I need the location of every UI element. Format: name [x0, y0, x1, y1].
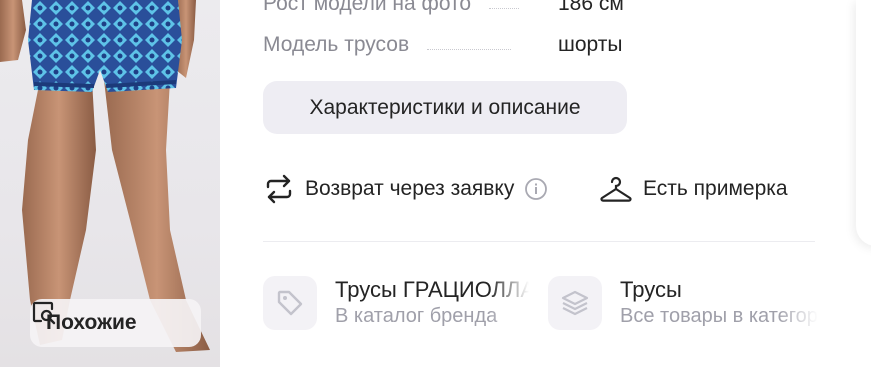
layers-icon	[561, 290, 589, 316]
characteristics-button[interactable]: Характеристики и описание	[263, 81, 627, 134]
fitting-label: Есть примерка	[643, 177, 788, 200]
return-policy-label: Возврат через заявку	[305, 177, 515, 200]
spec-row-model-height: Рост модели на фото 186 см	[263, 0, 683, 16]
hanger-icon	[600, 176, 632, 202]
text-fade	[489, 276, 529, 336]
text-fade	[778, 276, 818, 336]
info-icon[interactable]	[524, 177, 548, 201]
return-policy[interactable]: Возврат через заявку	[263, 172, 548, 206]
spec-leader-dots	[427, 48, 512, 50]
product-photo[interactable]: Похожие	[0, 0, 220, 367]
spec-label: Рост модели на фото	[263, 0, 472, 15]
fitting-available: Есть примерка	[599, 172, 788, 206]
side-panel-edge	[856, 0, 871, 246]
spec-leader-dots	[489, 7, 520, 9]
spec-label: Модель трусов	[263, 33, 410, 56]
spec-value: 186 см	[558, 0, 624, 15]
section-divider	[263, 241, 815, 242]
similar-products-button[interactable]: Похожие	[30, 299, 201, 347]
tag-icon	[277, 290, 303, 316]
brand-tile	[263, 276, 317, 330]
visual-search-icon	[32, 301, 56, 325]
spec-value: шорты	[558, 33, 623, 56]
spec-row-model-type: Модель трусов шорты	[263, 29, 683, 57]
return-arrows-icon	[266, 174, 292, 204]
category-tile	[548, 276, 602, 330]
similar-products-label: Похожие	[46, 311, 137, 334]
